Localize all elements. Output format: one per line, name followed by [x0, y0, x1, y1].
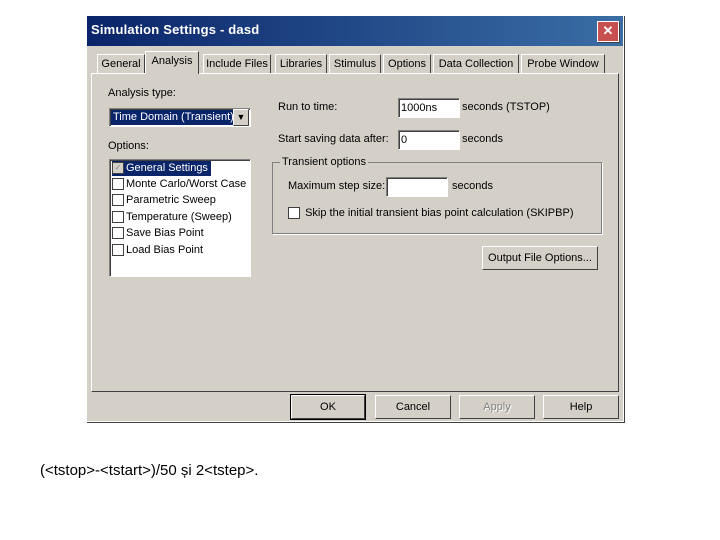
options-list: ✓ General Settings Monte Carlo/Worst Case… — [109, 159, 251, 277]
transient-options-label: Transient options — [280, 156, 368, 168]
transient-options-group — [272, 162, 602, 234]
start-saving-input[interactable]: 0 — [398, 130, 460, 150]
option-label: Monte Carlo/Worst Case — [126, 178, 247, 190]
help-button[interactable]: Help — [543, 395, 619, 419]
options-label: Options: — [108, 140, 149, 152]
option-parametric-sweep[interactable]: Parametric Sweep — [112, 193, 216, 208]
start-saving-label: Start saving data after: — [278, 133, 389, 145]
title-bar[interactable]: Simulation Settings - dasd ✕ — [87, 16, 623, 46]
checkbox-icon[interactable] — [288, 207, 300, 220]
tab-libraries[interactable]: Libraries — [275, 54, 327, 73]
run-to-time-label: Run to time: — [278, 101, 338, 113]
checkbox-icon[interactable] — [112, 194, 124, 207]
start-saving-unit: seconds — [462, 133, 503, 145]
option-general-settings[interactable]: ✓ General Settings — [112, 161, 211, 176]
option-load-bias-point[interactable]: Load Bias Point — [112, 243, 203, 258]
checkbox-icon[interactable] — [112, 178, 124, 191]
tab-options[interactable]: Options — [383, 54, 431, 73]
tab-analysis[interactable]: Analysis — [145, 51, 199, 74]
window-title: Simulation Settings - dasd — [91, 22, 260, 37]
tab-include-files[interactable]: Include Files — [203, 54, 271, 73]
checkbox-icon[interactable] — [112, 227, 124, 240]
simulation-settings-dialog: Simulation Settings - dasd ✕ General Ana… — [86, 15, 624, 422]
analysis-type-select[interactable]: Time Domain (Transient) ▼ — [109, 108, 251, 127]
tab-data-collection[interactable]: Data Collection — [433, 54, 519, 73]
analysis-type-value: Time Domain (Transient) — [111, 110, 236, 125]
run-to-time-input[interactable]: 1000ns — [398, 98, 460, 118]
run-to-time-unit: seconds (TSTOP) — [462, 101, 550, 113]
tab-general[interactable]: General — [97, 54, 145, 73]
caption-text: (<tstop>-<tstart>)/50 și 2<tstep>. — [40, 462, 259, 479]
max-step-input[interactable] — [386, 177, 448, 197]
analysis-type-label: Analysis type: — [108, 87, 176, 99]
ok-button[interactable]: OK — [290, 394, 366, 420]
max-step-unit: seconds — [452, 180, 493, 192]
max-step-label: Maximum step size: — [288, 180, 386, 192]
tab-probe-window[interactable]: Probe Window — [521, 54, 605, 73]
analysis-tab-panel: Analysis type: Time Domain (Transient) ▼… — [91, 73, 619, 392]
cancel-button[interactable]: Cancel — [375, 395, 451, 419]
option-label: Load Bias Point — [126, 244, 204, 256]
checkbox-checked-icon[interactable]: ✓ — [112, 162, 124, 175]
skip-bias-label: Skip the initial transient bias point ca… — [305, 207, 574, 219]
apply-button[interactable]: Apply — [459, 395, 535, 419]
option-label: General Settings — [126, 162, 208, 174]
checkbox-icon[interactable] — [112, 211, 124, 224]
chevron-down-icon[interactable]: ▼ — [233, 109, 249, 126]
close-icon[interactable]: ✕ — [597, 21, 619, 42]
output-file-options-button[interactable]: Output File Options... — [482, 246, 598, 270]
option-temperature-sweep[interactable]: Temperature (Sweep) — [112, 210, 232, 225]
checkbox-icon[interactable] — [112, 244, 124, 257]
skip-bias-checkbox-row[interactable]: Skip the initial transient bias point ca… — [288, 206, 573, 220]
option-label: Save Bias Point — [126, 227, 204, 239]
tab-stimulus[interactable]: Stimulus — [329, 54, 381, 73]
option-save-bias-point[interactable]: Save Bias Point — [112, 226, 204, 241]
option-label: Temperature (Sweep) — [126, 211, 232, 223]
option-monte-carlo[interactable]: Monte Carlo/Worst Case — [112, 177, 246, 192]
option-label: Parametric Sweep — [126, 194, 216, 206]
